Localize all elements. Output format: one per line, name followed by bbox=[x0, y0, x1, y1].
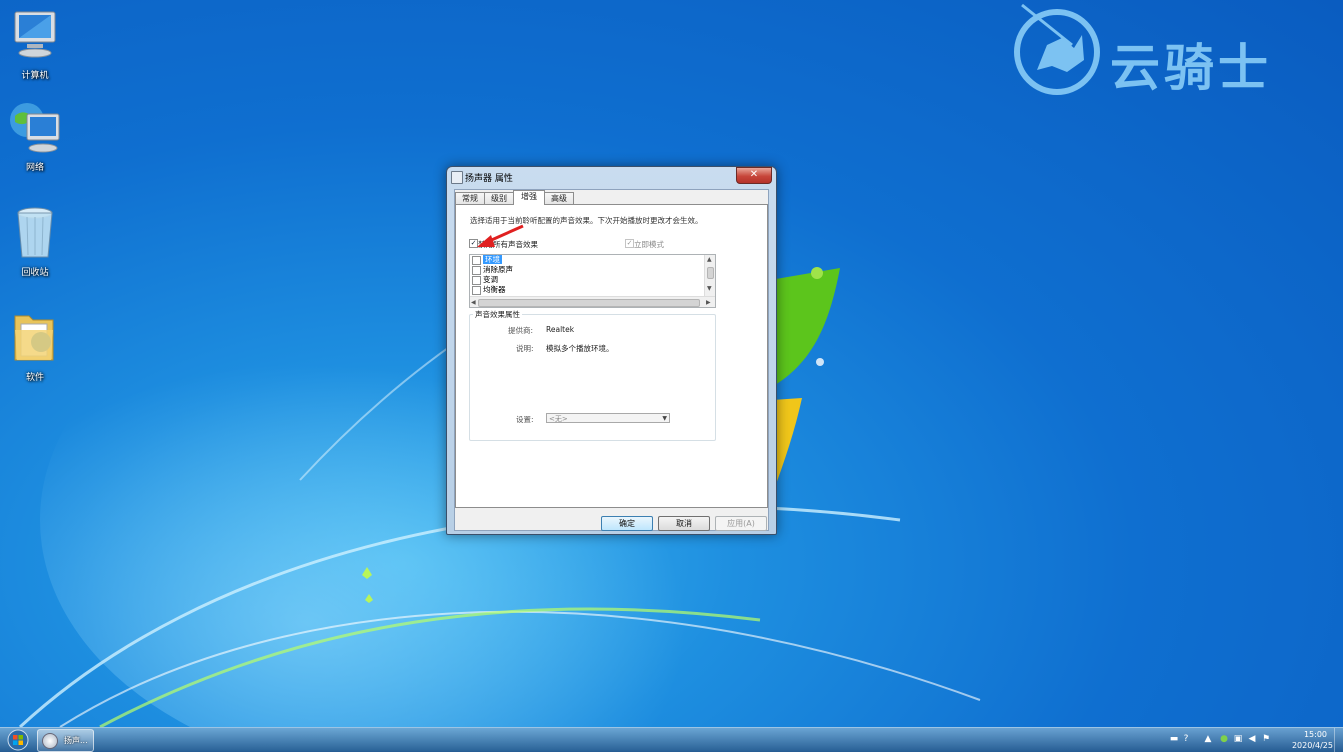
horizontal-scrollbar[interactable]: ◀ ▶ bbox=[470, 296, 715, 307]
show-desktop-button[interactable] bbox=[1334, 728, 1343, 752]
start-button[interactable] bbox=[3, 728, 33, 752]
desktop-icon-network[interactable]: 网络 bbox=[0, 100, 70, 173]
network-icon bbox=[10, 103, 60, 153]
settings-dropdown: <无> ▼ bbox=[546, 413, 670, 423]
desktop-icon-label: 计算机 bbox=[21, 71, 49, 81]
taskbar-item-speaker-properties[interactable]: 扬声... bbox=[37, 729, 94, 752]
effects-listbox[interactable]: 环境 消除原声 变调 均衡器 ▲ ▼ ◀ ▶ bbox=[469, 254, 716, 308]
desktop-icon-recycle-bin[interactable]: 回收站 bbox=[0, 205, 70, 278]
desktop-icon-label: 回收站 bbox=[21, 268, 49, 278]
speaker-icon bbox=[42, 733, 58, 749]
immediate-mode-checkbox: ✓ bbox=[625, 239, 634, 248]
provider-label: 提供商: bbox=[508, 326, 534, 335]
list-item[interactable]: 消除原声 bbox=[472, 265, 513, 275]
scroll-right-icon[interactable]: ▶ bbox=[706, 299, 711, 306]
desktop-icon-computer[interactable]: 计算机 bbox=[0, 8, 70, 81]
computer-icon bbox=[14, 11, 56, 58]
speaker-icon bbox=[451, 171, 463, 184]
action-center-flag-icon[interactable]: ⚑ bbox=[1261, 734, 1271, 744]
settings-label: 设置: bbox=[516, 415, 534, 424]
scroll-thumb[interactable] bbox=[707, 267, 714, 279]
taskbar: 扬声... ▬ ? ▲ ● ▣ ◀ ⚑ 15:00 2020/4/25 bbox=[0, 727, 1343, 752]
annotation-arrow-icon bbox=[477, 224, 524, 247]
help-icon[interactable]: ? bbox=[1181, 734, 1191, 744]
cancel-button[interactable]: 取消 bbox=[658, 516, 710, 531]
clock-time[interactable]: 15:00 bbox=[1304, 730, 1327, 739]
effect-properties-group: 声音效果属性 提供商: Realtek 说明: 模拟多个播放环境。 设置: <无… bbox=[469, 309, 716, 441]
desktop-icon-label: 软件 bbox=[25, 373, 44, 383]
effect-label: 消除原声 bbox=[483, 265, 513, 274]
chevron-down-icon: ▼ bbox=[662, 415, 667, 422]
brand-logo-text: 云骑士 bbox=[1110, 39, 1272, 97]
show-hidden-icons-icon[interactable]: ▲ bbox=[1203, 734, 1213, 744]
recycle-bin-icon bbox=[17, 207, 53, 258]
network-status-icon[interactable]: ▣ bbox=[1233, 734, 1243, 744]
list-item[interactable]: 均衡器 bbox=[472, 285, 506, 295]
list-item[interactable]: 变调 bbox=[472, 275, 498, 285]
group-title: 声音效果属性 bbox=[473, 309, 522, 320]
desktop-icon-software-folder[interactable]: 软件 bbox=[0, 310, 70, 383]
folder-icon bbox=[14, 315, 54, 361]
effect-checkbox[interactable] bbox=[472, 265, 481, 275]
dialog-title: 扬声器 属性 bbox=[465, 174, 513, 184]
desktop-icon-label: 网络 bbox=[25, 163, 44, 173]
scroll-thumb[interactable] bbox=[478, 299, 700, 307]
security-icon[interactable]: ● bbox=[1219, 734, 1229, 744]
speaker-properties-dialog: 扬声器 属性 ✕ 常规 级别 增强 高级 选择适用于当前聆听配置的声音效果。下次… bbox=[446, 166, 777, 535]
effect-label: 均衡器 bbox=[483, 285, 506, 294]
keyboard-icon[interactable]: ▬ bbox=[1169, 734, 1179, 744]
taskbar-item-label: 扬声... bbox=[64, 736, 88, 745]
system-tray: ▬ ? ▲ ● ▣ ◀ ⚑ 15:00 2020/4/25 bbox=[1163, 728, 1343, 752]
desktop: 云骑士 计算机 网络 回收站 软件 扬声器 属性 ✕ 常规 级别 增强 高级 选… bbox=[0, 0, 1343, 727]
ok-button[interactable]: 确定 bbox=[601, 516, 653, 531]
effect-checkbox[interactable] bbox=[472, 275, 481, 285]
effect-label: 环境 bbox=[483, 255, 502, 264]
vertical-scrollbar[interactable]: ▲ ▼ bbox=[704, 255, 715, 297]
provider-value: Realtek bbox=[546, 325, 575, 334]
scroll-left-icon[interactable]: ◀ bbox=[471, 299, 476, 306]
list-item[interactable]: 环境 bbox=[472, 255, 502, 265]
dialog-titlebar[interactable]: 扬声器 属性 ✕ bbox=[447, 167, 776, 187]
effect-checkbox[interactable] bbox=[472, 285, 481, 295]
settings-value: <无> bbox=[549, 415, 568, 423]
scroll-up-icon[interactable]: ▲ bbox=[707, 256, 712, 263]
immediate-mode-label: 立即模式 bbox=[634, 240, 664, 249]
effect-checkbox[interactable] bbox=[472, 255, 481, 265]
volume-icon[interactable]: ◀ bbox=[1247, 734, 1257, 744]
tab-enhancements[interactable]: 增强 bbox=[513, 190, 545, 205]
clock-date[interactable]: 2020/4/25 bbox=[1292, 741, 1333, 750]
effect-description-label: 说明: bbox=[516, 344, 534, 353]
effect-label: 变调 bbox=[483, 275, 498, 284]
scroll-down-icon[interactable]: ▼ bbox=[707, 285, 712, 292]
apply-button: 应用(A) bbox=[715, 516, 767, 531]
close-button[interactable]: ✕ bbox=[736, 167, 772, 184]
effect-description-value: 模拟多个播放环境。 bbox=[546, 344, 614, 353]
